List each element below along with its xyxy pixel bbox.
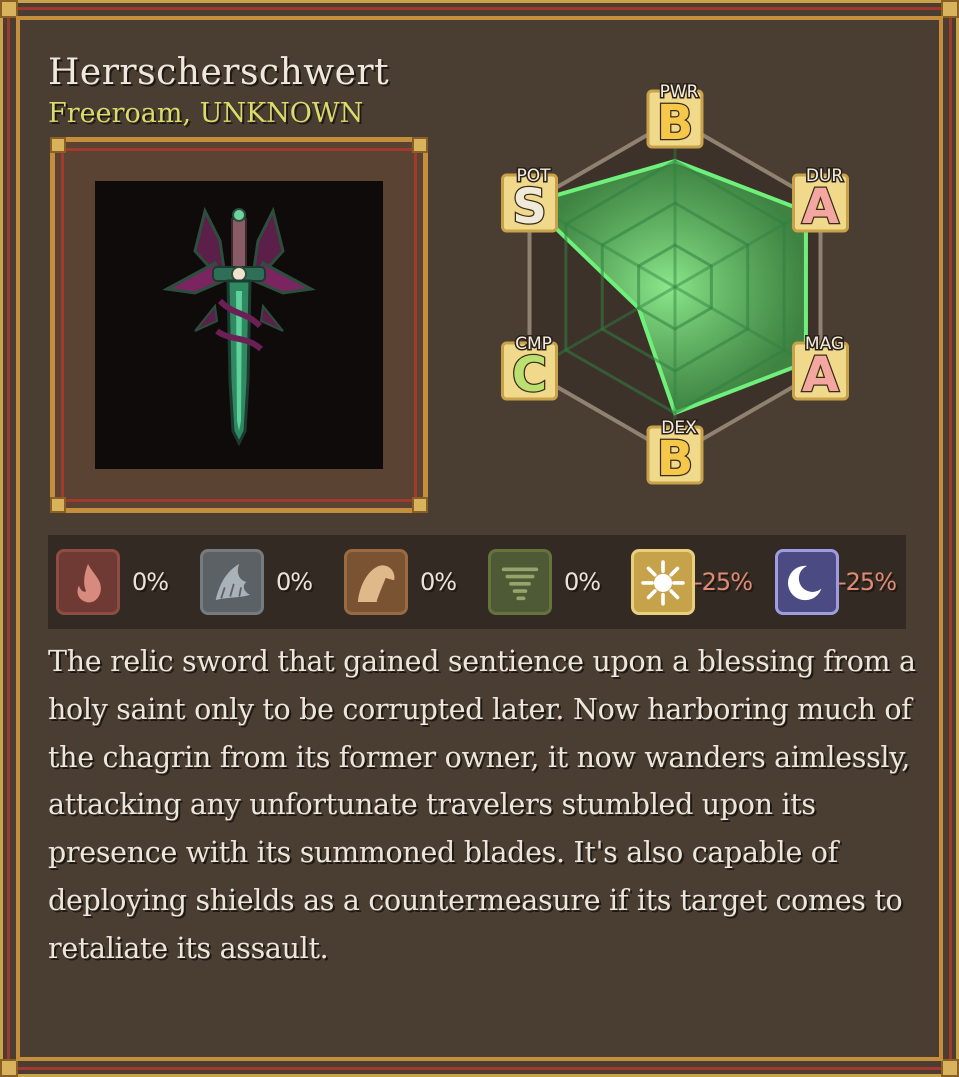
frame-corner [941, 0, 959, 18]
wind-icon [488, 549, 552, 615]
stat-cmp: CCMP [501, 333, 559, 404]
fire-icon [56, 549, 120, 615]
resistance-wind-value: 0% [564, 568, 601, 596]
stat-grade: A [802, 347, 839, 403]
stat-dur: ADUR [791, 165, 849, 236]
stat-dex: BDEX [646, 417, 704, 488]
stat-abbr: CMP [515, 334, 552, 354]
dark-icon [775, 549, 839, 615]
resistance-fire-value: 0% [132, 568, 169, 596]
water-icon [200, 549, 264, 615]
frame-corner [412, 497, 428, 513]
stat-abbr: PWR [660, 82, 699, 102]
frame-corner [412, 137, 428, 153]
stat-abbr: MAG [805, 334, 844, 354]
stat-mag: AMAG [791, 333, 849, 404]
stat-grade: S [512, 179, 547, 235]
stat-grade: C [512, 347, 547, 403]
light-icon [631, 549, 695, 615]
stat-abbr: DUR [806, 166, 844, 186]
stat-pwr: BPWR [646, 81, 704, 152]
item-title: Herrscherschwert [48, 52, 390, 93]
stat-grade: B [657, 431, 694, 487]
resistance-earth-value: 0% [420, 568, 457, 596]
corrupted-sword-icon [162, 206, 316, 447]
resistance-water-value: 0% [276, 568, 313, 596]
frame-corner [50, 497, 66, 513]
earth-icon [344, 549, 408, 615]
stat-abbr: DEX [661, 418, 697, 438]
stat-grade: A [802, 179, 839, 235]
item-description: The relic sword that gained sentience up… [48, 645, 916, 965]
resistance-light-value: -25% [694, 568, 753, 596]
frame-corner [0, 1059, 18, 1077]
stat-pot: SPOT [501, 165, 559, 236]
frame-corner [50, 137, 66, 153]
stat-grade: B [657, 95, 694, 151]
item-location: Freeroam, UNKNOWN [48, 98, 364, 129]
resistance-dark-value: -25% [838, 568, 897, 596]
item-portrait [95, 181, 383, 469]
stat-abbr: POT [516, 166, 551, 186]
stat-radar-chart: BPWRADURAMAGBDEXCCMPSPOT [501, 81, 849, 488]
frame-corner [0, 0, 18, 18]
frame-corner [941, 1059, 959, 1077]
